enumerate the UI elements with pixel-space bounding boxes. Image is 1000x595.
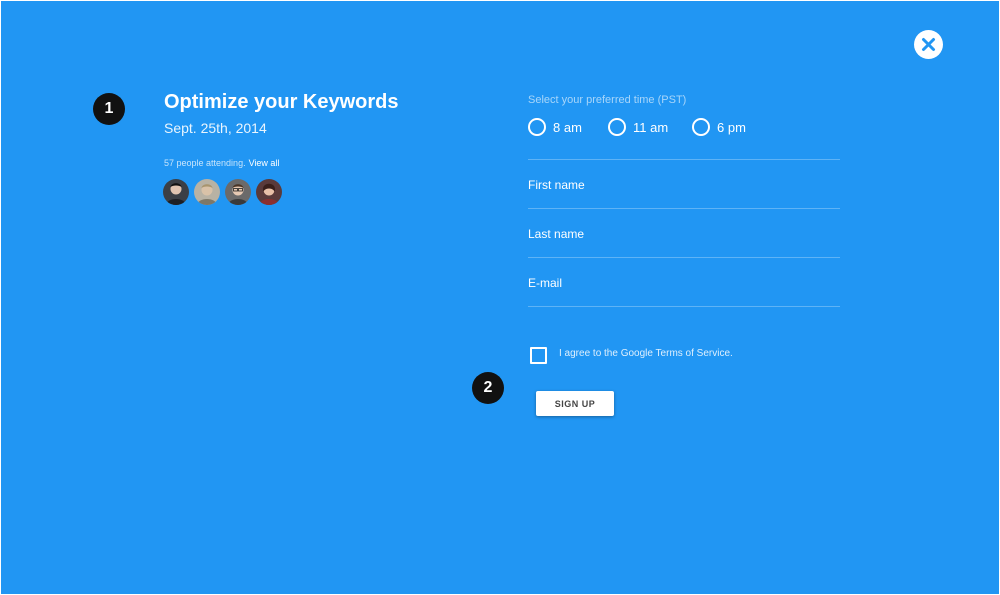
event-title: Optimize your Keywords bbox=[164, 91, 399, 113]
email-underline bbox=[528, 306, 840, 307]
first-name-field[interactable] bbox=[528, 173, 840, 197]
time-option-label: 11 am bbox=[633, 120, 669, 135]
time-prompt: Select your preferred time (PST) bbox=[528, 94, 687, 106]
user-avatar-icon bbox=[163, 179, 189, 205]
user-avatar-icon bbox=[256, 179, 282, 205]
attending-count: 57 people attending. bbox=[164, 158, 246, 168]
radio-icon bbox=[528, 118, 546, 136]
first-name-underline bbox=[528, 208, 840, 209]
step-marker-2: 2 bbox=[472, 372, 504, 404]
avatar[interactable] bbox=[194, 179, 220, 205]
avatar[interactable] bbox=[163, 179, 189, 205]
divider bbox=[528, 159, 840, 160]
time-option-label: 8 am bbox=[553, 120, 582, 135]
attendance-line: 57 people attending. View all bbox=[164, 158, 279, 168]
event-date: Sept. 25th, 2014 bbox=[164, 120, 267, 136]
last-name-underline bbox=[528, 257, 840, 258]
close-icon bbox=[922, 38, 935, 51]
sign-up-button[interactable]: SIGN UP bbox=[536, 391, 614, 416]
user-avatar-icon bbox=[194, 179, 220, 205]
user-avatar-icon bbox=[225, 179, 251, 205]
radio-icon bbox=[692, 118, 710, 136]
avatar[interactable] bbox=[225, 179, 251, 205]
radio-icon bbox=[608, 118, 626, 136]
terms-checkbox[interactable] bbox=[530, 347, 547, 364]
email-field[interactable] bbox=[528, 271, 840, 295]
signup-dialog: 1 2 Optimize your Keywords Sept. 25th, 2… bbox=[1, 1, 999, 594]
last-name-field[interactable] bbox=[528, 222, 840, 246]
time-option-8am[interactable]: 8 am bbox=[528, 118, 588, 136]
step-marker-1: 1 bbox=[93, 93, 125, 125]
time-option-11am[interactable]: 11 am bbox=[608, 118, 672, 136]
terms-label: I agree to the Google Terms of Service. bbox=[559, 348, 733, 359]
view-all-link[interactable]: View all bbox=[249, 158, 280, 168]
avatar[interactable] bbox=[256, 179, 282, 205]
close-button[interactable] bbox=[914, 30, 943, 59]
time-option-label: 6 pm bbox=[717, 120, 746, 135]
time-option-6pm[interactable]: 6 pm bbox=[692, 118, 752, 136]
